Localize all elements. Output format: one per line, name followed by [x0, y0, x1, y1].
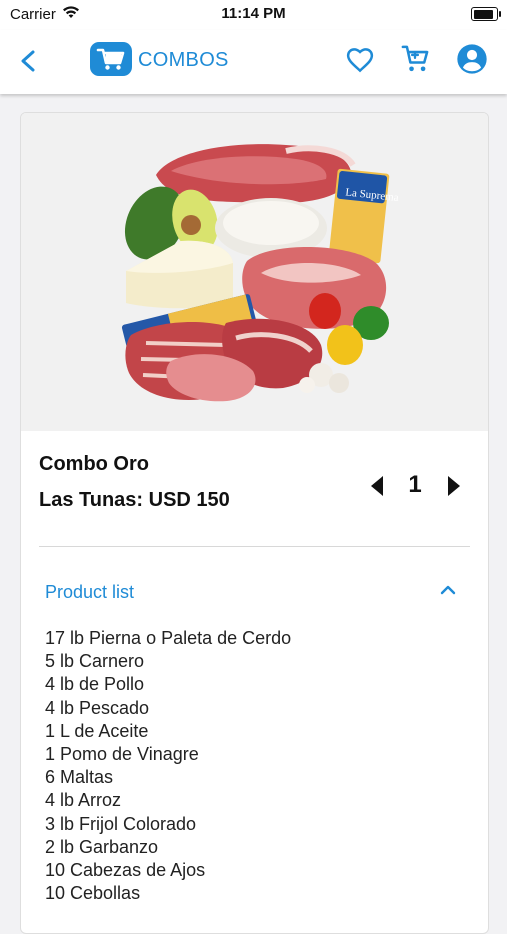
page-title: COMBOS	[138, 49, 229, 71]
list-item: 10 Cabezas de Ajos	[45, 860, 206, 881]
product-list-toggle[interactable]: Product list	[45, 582, 134, 603]
account-icon[interactable]	[456, 43, 488, 75]
clock: 11:14 PM	[221, 5, 286, 22]
list-item: 1 Pomo de Vinagre	[45, 744, 199, 765]
list-item: 5 lb Carnero	[45, 651, 145, 672]
list-item: 4 lb Arroz	[45, 790, 122, 811]
list-item: 17 lb Pierna o Paleta de Cerdo	[45, 628, 292, 648]
product-list: 17 lb Pierna o Paleta de Cerdo 5 lb Carne…	[45, 627, 291, 905]
increase-quantity-icon[interactable]	[446, 475, 462, 497]
divider	[39, 546, 470, 547]
battery-level	[473, 9, 493, 19]
list-item: 2 lb Garbanzo	[45, 836, 159, 857]
battery-icon	[471, 7, 501, 21]
chevron-up-icon[interactable]	[439, 583, 457, 597]
list-item: 6 Maltas	[45, 767, 114, 788]
cart-icon[interactable]	[401, 44, 429, 74]
product-card: La Suprema Combo Oro Las Tunas: USD 150 …	[20, 112, 489, 934]
heart-icon[interactable]	[345, 45, 375, 75]
product-image: La Suprema	[21, 113, 488, 431]
status-bar: Carrier 11:14 PM	[0, 0, 507, 30]
back-arrow-icon[interactable]	[14, 46, 44, 76]
list-item: 1 L de Aceite	[45, 720, 149, 741]
list-item: 10 Cebollas	[45, 883, 141, 904]
app-bar: COMBOS	[0, 30, 507, 94]
list-item: 4 lb Pescado	[45, 697, 150, 718]
list-item: 4 lb de Pollo	[45, 674, 145, 695]
quantity-value: 1	[408, 471, 422, 498]
decrease-quantity-icon[interactable]	[369, 475, 385, 497]
quantity-stepper: 1	[369, 469, 465, 503]
product-price: Las Tunas: USD 150	[39, 489, 230, 511]
cart-logo-icon	[90, 42, 132, 76]
product-name: Combo Oro	[39, 453, 149, 475]
list-item: 3 lb Frijol Colorado	[45, 813, 197, 834]
